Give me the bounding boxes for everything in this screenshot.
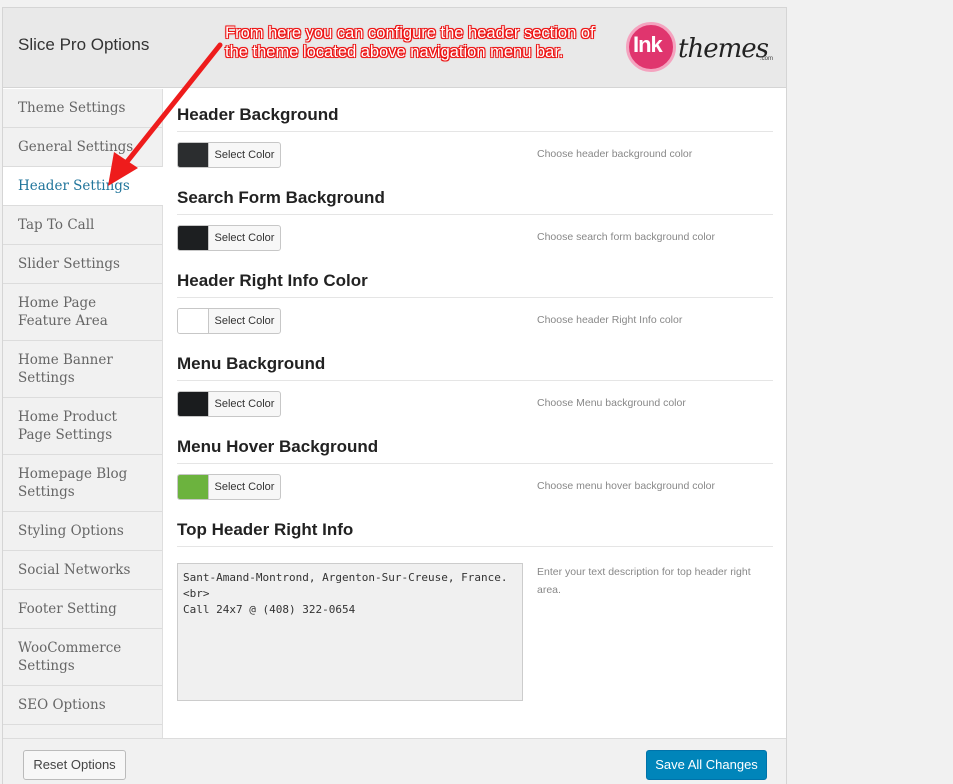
section-description: Choose header Right Info color <box>537 314 683 326</box>
section-title: Search Form Background <box>177 188 385 207</box>
logo-ink: Ink <box>633 32 663 57</box>
reset-options-button[interactable]: Reset Options <box>23 750 126 780</box>
sidebar-item-home-banner-settings[interactable]: Home Banner Settings <box>3 341 162 398</box>
section-title: Menu Hover Background <box>177 437 379 456</box>
section-description: Choose menu hover background color <box>537 480 716 492</box>
header-right-info-color-button[interactable]: Select Color <box>177 308 281 334</box>
section-divider <box>177 546 773 547</box>
logo-themes: themes <box>678 34 769 64</box>
section-divider <box>177 214 773 215</box>
annotation-text: From here you can configure the header s… <box>225 24 595 61</box>
header-background-section: Header Background Select Color Choose he… <box>177 89 773 172</box>
sidebar-item-home-page-feature-area[interactable]: Home Page Feature Area <box>3 284 162 341</box>
color-button-label: Select Color <box>214 232 275 244</box>
annotation-arrow <box>108 42 223 186</box>
save-all-changes-button[interactable]: Save All Changes <box>646 750 767 780</box>
menu-hover-background-color-button[interactable]: Select Color <box>177 474 281 500</box>
inkthemes-logo: Ink themes .com <box>626 22 774 74</box>
sidebar-item-home-product-page-settings[interactable]: Home Product Page Settings <box>3 398 162 455</box>
section-divider <box>177 463 773 464</box>
sidebar-item-social-networks[interactable]: Social Networks <box>3 551 162 590</box>
section-divider <box>177 131 773 132</box>
top-header-right-info-textarea[interactable]: Sant-Amand-Montrond, Argenton-Sur-Creuse… <box>177 563 523 701</box>
section-divider <box>177 297 773 298</box>
sidebar-item-styling-options[interactable]: Styling Options <box>3 512 162 551</box>
section-title: Header Right Info Color <box>177 271 368 290</box>
color-swatch <box>178 475 209 499</box>
sidebar-item-woocommerce-settings[interactable]: WooCommerce Settings <box>3 629 162 686</box>
options-footer: Reset Options Save All Changes <box>3 738 786 784</box>
section-divider <box>177 380 773 381</box>
sidebar-item-homepage-blog-settings[interactable]: Homepage Blog Settings <box>3 455 162 512</box>
top-header-right-info-title: Top Header Right Info <box>177 520 354 539</box>
section-title: Menu Background <box>177 354 326 373</box>
sidebar-item-slider-settings[interactable]: Slider Settings <box>3 245 162 284</box>
top-header-right-info-description: Enter your text description for top head… <box>537 566 751 596</box>
search-form-background-section: Search Form Background Select Color Choo… <box>177 172 773 255</box>
settings-content: Header Background Select Color Choose he… <box>177 89 773 701</box>
color-button-label: Select Color <box>214 398 275 410</box>
header-right-info-color-section: Header Right Info Color Select Color Cho… <box>177 255 773 338</box>
menu-background-color-button[interactable]: Select Color <box>177 391 281 417</box>
menu-background-section: Menu Background Select Color Choose Menu… <box>177 338 773 421</box>
section-description: Choose Menu background color <box>537 397 686 409</box>
sidebar-item-footer-setting[interactable]: Footer Setting <box>3 590 162 629</box>
menu-hover-background-section: Menu Hover Background Select Color Choos… <box>177 421 773 504</box>
color-swatch <box>178 392 209 416</box>
section-description: Choose header background color <box>537 148 693 160</box>
color-swatch <box>178 226 209 250</box>
section-description: Choose search form background color <box>537 231 716 243</box>
logo-com: .com <box>760 56 774 62</box>
color-button-label: Select Color <box>214 481 275 493</box>
color-swatch <box>178 309 209 333</box>
sidebar-item-seo-options[interactable]: SEO Options <box>3 686 162 725</box>
color-button-label: Select Color <box>214 315 275 327</box>
search-form-background-color-button[interactable]: Select Color <box>177 225 281 251</box>
sidebar-item-tap-to-call[interactable]: Tap To Call <box>3 206 162 245</box>
